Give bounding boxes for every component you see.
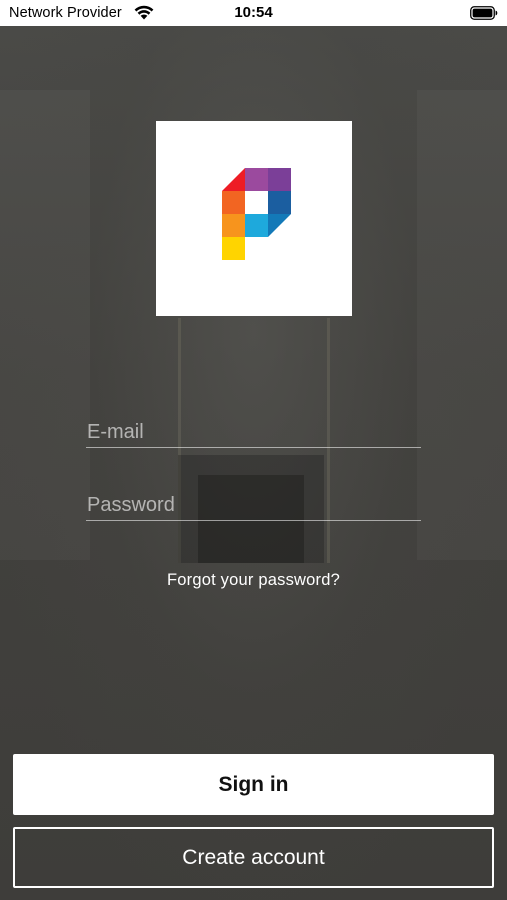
password-field-container: [86, 490, 421, 521]
background-wall-left: [0, 90, 90, 560]
email-field-container: [86, 417, 421, 448]
app-logo: [156, 121, 352, 316]
battery-icon: [470, 6, 498, 20]
login-screen: Network Provider 10:54 E-mail Forgot you…: [0, 0, 507, 900]
create-account-button[interactable]: Create account: [13, 827, 494, 888]
forgot-password-link[interactable]: Forgot your password?: [0, 571, 507, 590]
sign-in-button[interactable]: Sign in: [13, 754, 494, 815]
status-bar: Network Provider 10:54: [0, 0, 507, 26]
background-wall-right: [417, 90, 507, 560]
email-input[interactable]: [86, 417, 421, 447]
password-input[interactable]: [86, 490, 421, 520]
clock-time: 10:54: [234, 4, 273, 21]
p-logo-icon: [222, 168, 291, 260]
